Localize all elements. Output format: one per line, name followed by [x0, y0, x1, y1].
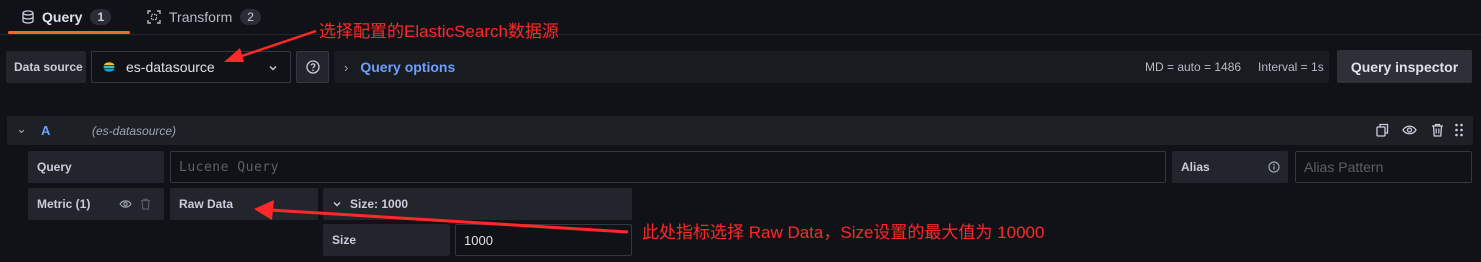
annotation-arrow-top	[224, 29, 317, 62]
annotation-text-top: 选择配置的ElasticSearch数据源	[319, 22, 559, 41]
annotation-text-bottom: 此处指标选择 Raw Data，Size设置的最大值为 10000	[642, 223, 1045, 242]
annotation-arrow-bottom	[254, 200, 629, 234]
